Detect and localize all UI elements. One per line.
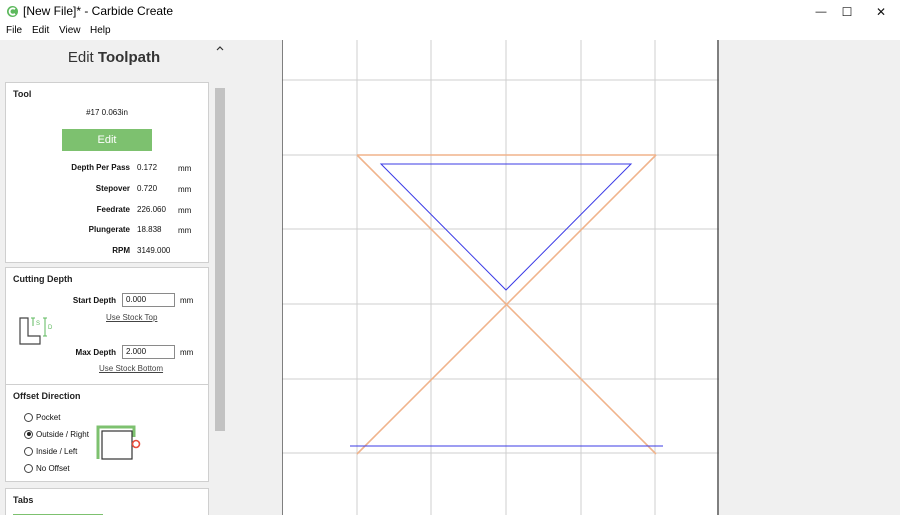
- stepover-value: 0.720: [137, 184, 158, 193]
- feedrate-label: Feedrate: [96, 205, 130, 214]
- maximize-icon: ☐: [841, 4, 853, 19]
- panel-title-bold: Toolpath: [97, 49, 161, 66]
- minimize-icon: —: [815, 5, 827, 18]
- offset-direction-section: Offset Direction Pocket Outside / Right …: [5, 384, 209, 482]
- scroll-up-button[interactable]: [213, 40, 227, 56]
- title-bar: [New File]* - Carbide Create — ☐ ✕: [0, 0, 900, 23]
- panel-title: Edit Toolpath: [0, 49, 228, 66]
- rpm-label: RPM: [112, 246, 130, 255]
- outside-right-label: Outside / Right: [36, 429, 89, 439]
- radio-outside-right[interactable]: [24, 429, 33, 439]
- close-icon: ✕: [875, 4, 887, 19]
- use-stock-top-link[interactable]: Use Stock Top: [106, 313, 157, 322]
- tool-name: #17 0.063in: [86, 108, 128, 117]
- menu-bar: File Edit View Help: [0, 23, 900, 40]
- depth-per-pass-label: Depth Per Pass: [71, 163, 130, 172]
- start-depth-input[interactable]: 0.000: [122, 293, 175, 307]
- radio-inside-left[interactable]: [24, 446, 33, 456]
- panel-title-light: Edit: [67, 49, 94, 66]
- cutting-depth-diagram: S D: [19, 317, 53, 345]
- feedrate-value: 226.060: [137, 205, 166, 214]
- feedrate-unit: mm: [178, 206, 192, 215]
- max-depth-label: Max Depth: [75, 348, 116, 357]
- menu-file[interactable]: File: [6, 25, 22, 36]
- tabs-heading: Tabs: [13, 495, 34, 505]
- inside-left-label: Inside / Left: [36, 446, 78, 456]
- tool-section: Tool #17 0.063in Edit Depth Per Pass 0.1…: [5, 82, 209, 263]
- stock-area: [282, 40, 719, 515]
- close-button[interactable]: ✕: [864, 0, 898, 23]
- offset-direction-illustration: [96, 425, 141, 460]
- menu-edit[interactable]: Edit: [32, 25, 49, 36]
- menu-view[interactable]: View: [59, 25, 81, 36]
- offset-option-inside-left[interactable]: Inside / Left: [24, 445, 77, 457]
- plungerate-label: Plungerate: [88, 225, 130, 234]
- offset-option-pocket[interactable]: Pocket: [24, 411, 60, 423]
- menu-help[interactable]: Help: [90, 25, 111, 36]
- panel-scrollbar[interactable]: [213, 40, 227, 515]
- start-depth-unit: mm: [180, 296, 194, 305]
- window-title: [New File]* - Carbide Create: [23, 4, 174, 18]
- max-depth-unit: mm: [180, 348, 194, 357]
- depth-per-pass-value: 0.172: [137, 163, 158, 172]
- carbide-create-icon: [7, 6, 18, 17]
- plungerate-value: 18.838: [137, 225, 162, 234]
- depth-per-pass-unit: mm: [178, 164, 192, 173]
- cutting-depth-heading: Cutting Depth: [13, 274, 73, 284]
- chevron-up-icon: [216, 46, 224, 51]
- scroll-thumb[interactable]: [215, 88, 225, 431]
- offset-option-outside-right[interactable]: Outside / Right: [24, 428, 89, 440]
- edit-tool-button[interactable]: Edit: [62, 129, 152, 151]
- diagram-label-s: S: [36, 321, 40, 327]
- app-window: [New File]* - Carbide Create — ☐ ✕ File …: [0, 0, 900, 515]
- use-stock-bottom-link[interactable]: Use Stock Bottom: [99, 364, 163, 373]
- tool-heading: Tool: [13, 89, 32, 99]
- maximize-button[interactable]: ☐: [830, 0, 864, 23]
- edit-toolpath-panel: Edit Toolpath Tool #17 0.063in Edit Dept…: [0, 40, 228, 515]
- rpm-value: 3149.000: [137, 246, 171, 255]
- design-canvas[interactable]: [282, 40, 719, 515]
- stepover-label: Stepover: [95, 184, 130, 193]
- no-offset-label: No Offset: [36, 463, 70, 473]
- diagram-label-d: D: [48, 325, 53, 331]
- offset-direction-heading: Offset Direction: [13, 391, 81, 401]
- tabs-section: Tabs: [5, 488, 209, 515]
- offset-option-no-offset[interactable]: No Offset: [24, 462, 70, 474]
- pocket-label: Pocket: [36, 412, 61, 422]
- radio-no-offset[interactable]: [24, 463, 33, 473]
- start-depth-label: Start Depth: [72, 296, 116, 305]
- plungerate-unit: mm: [178, 226, 192, 235]
- radio-pocket[interactable]: [24, 412, 33, 422]
- stepover-unit: mm: [178, 185, 192, 194]
- max-depth-input[interactable]: 2.000: [122, 345, 175, 359]
